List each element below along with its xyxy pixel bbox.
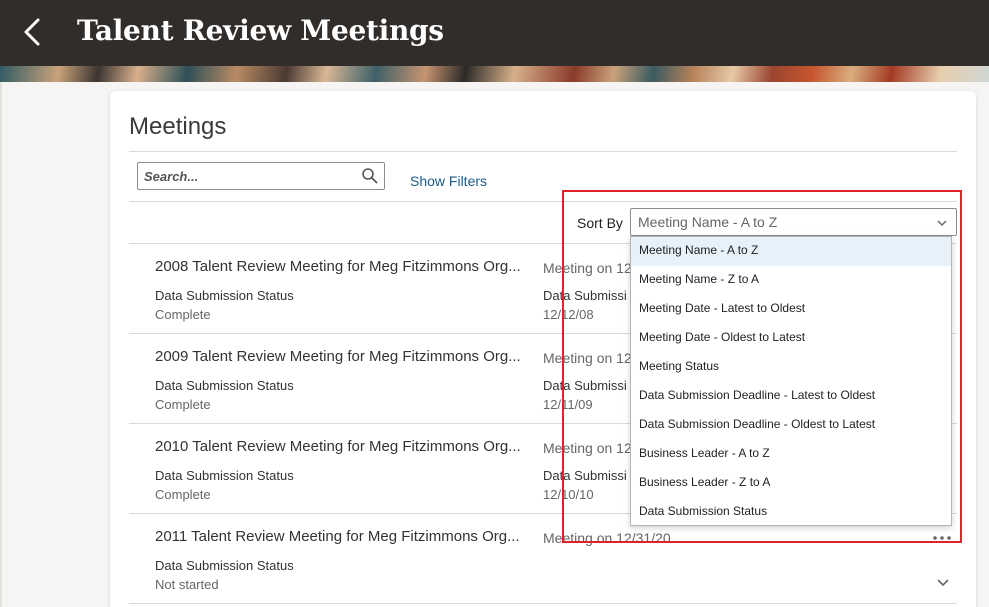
meeting-date: Meeting on 12 xyxy=(543,440,632,456)
meeting-name[interactable]: 2009 Talent Review Meeting for Meg Fitzi… xyxy=(155,348,521,365)
meeting-date: Meeting on 12/31/20 xyxy=(543,530,671,546)
page-title: Talent Review Meetings xyxy=(77,14,444,47)
status-label: Data Submission Status xyxy=(155,378,294,393)
sort-option[interactable]: Data Submission Deadline - Latest to Old… xyxy=(631,382,951,411)
sort-option[interactable]: Business Leader - A to Z xyxy=(631,440,951,469)
status-label: Data Submission Status xyxy=(155,288,294,303)
meeting-name[interactable]: 2008 Talent Review Meeting for Meg Fitzi… xyxy=(155,258,521,275)
sort-by-select[interactable]: Meeting Name - A to Z xyxy=(630,208,957,236)
sort-option[interactable]: Meeting Date - Latest to Oldest xyxy=(631,295,951,324)
meeting-date: Meeting on 12 xyxy=(543,260,632,276)
row-divider xyxy=(129,603,957,604)
sort-options-dropdown: Meeting Name - A to Z Meeting Name - Z t… xyxy=(630,236,952,526)
chevron-down-icon[interactable] xyxy=(936,578,950,588)
sort-option[interactable]: Data Submission Status xyxy=(631,498,951,527)
search-icon[interactable] xyxy=(361,167,379,185)
deadline-label: Data Submissi xyxy=(543,468,627,483)
toolbar-divider xyxy=(129,201,957,202)
status-value: Not started xyxy=(155,577,219,592)
status-value: Complete xyxy=(155,397,211,412)
sort-option[interactable]: Meeting Name - A to Z xyxy=(631,237,951,266)
meeting-name[interactable]: 2010 Talent Review Meeting for Meg Fitzi… xyxy=(155,438,521,455)
sort-option[interactable]: Meeting Name - Z to A xyxy=(631,266,951,295)
ellipsis-icon[interactable] xyxy=(932,534,952,542)
status-label: Data Submission Status xyxy=(155,468,294,483)
search-input[interactable] xyxy=(144,168,354,184)
chevron-down-icon xyxy=(937,220,947,227)
left-edge xyxy=(0,82,2,607)
title-divider xyxy=(129,151,957,152)
deadline-value: 12/11/09 xyxy=(543,397,593,412)
sort-option[interactable]: Meeting Status xyxy=(631,353,951,382)
show-filters-link[interactable]: Show Filters xyxy=(410,173,487,189)
meeting-date: Meeting on 12 xyxy=(543,350,632,366)
sort-option[interactable]: Data Submission Deadline - Oldest to Lat… xyxy=(631,411,951,440)
deadline-label: Data Submissi xyxy=(543,288,627,303)
sort-option[interactable]: Business Leader - Z to A xyxy=(631,469,951,498)
back-button[interactable] xyxy=(14,14,50,50)
sort-option[interactable]: Meeting Date - Oldest to Latest xyxy=(631,324,951,353)
search-box[interactable] xyxy=(137,162,385,190)
deadline-label: Data Submissi xyxy=(543,378,627,393)
deadline-value: 12/12/08 xyxy=(543,307,594,322)
decorative-banner xyxy=(0,66,989,82)
deadline-value: 12/10/10 xyxy=(543,487,594,502)
sort-by-label: Sort By xyxy=(577,215,623,231)
header-bar: Talent Review Meetings xyxy=(0,0,989,66)
status-value: Complete xyxy=(155,487,211,502)
status-value: Complete xyxy=(155,307,211,322)
section-title: Meetings xyxy=(129,113,227,140)
status-label: Data Submission Status xyxy=(155,558,294,573)
sort-selected-value: Meeting Name - A to Z xyxy=(638,214,778,230)
chevron-left-icon xyxy=(24,18,40,46)
meeting-name[interactable]: 2011 Talent Review Meeting for Meg Fitzi… xyxy=(155,528,520,545)
